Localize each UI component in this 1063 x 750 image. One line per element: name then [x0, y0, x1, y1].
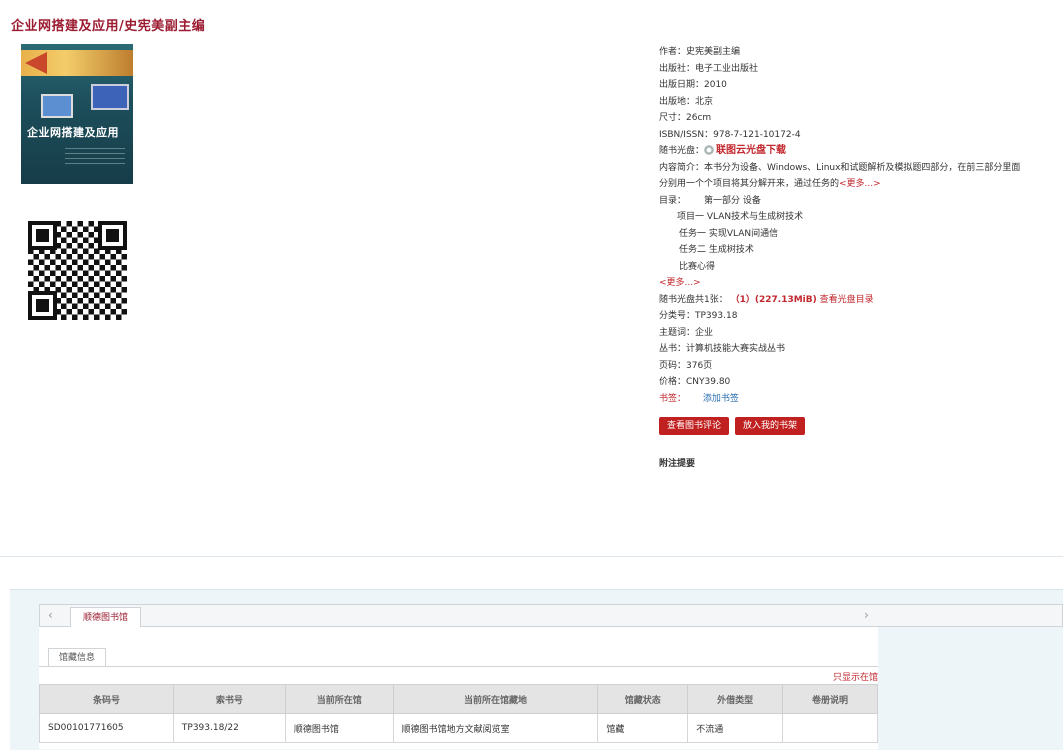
qr-finder-top-right — [98, 221, 127, 250]
book-info-panel: 作者：史宪美副主编 出版社：电子工业出版社 出版日期：2010 出版地：北京 尺… — [659, 44, 1059, 407]
info-subject: 主题词：企业 — [659, 327, 714, 338]
toc-item: 比赛心得 — [679, 261, 716, 272]
info-series: 丛书：计算机技能大赛实战丛书 — [659, 344, 786, 354]
info-publisher: 出版社：电子工业出版社 — [659, 63, 759, 74]
cover-title: 企业网搭建及应用 — [27, 126, 119, 139]
info-cd-row: 随书光盘： 联图云光盘下载 — [659, 143, 1059, 160]
info-price: 价格：CNY39.80 — [659, 377, 731, 387]
view-reviews-button[interactable]: 查看图书评论 — [659, 417, 730, 435]
info-summary-row2: 分别用一个个项目将其分解开来，通过任务的<更多...> — [659, 176, 1059, 193]
cell-status: 馆藏 — [597, 713, 689, 743]
holdings-header-row: 条码号 索书号 当前所在馆 当前所在馆藏地 馆藏状态 外借类型 卷册说明 — [39, 684, 878, 714]
toc-label: 目录： — [659, 195, 687, 206]
cell-volume-note — [782, 713, 878, 743]
info-toc-row: 目录： 第一部分 设备 — [659, 193, 1059, 210]
cd-view-link[interactable]: 查看光盘目录 — [820, 295, 874, 305]
toc-item: 项目一 VLAN技术与生成树技术 — [677, 212, 804, 222]
info-cd-count-row: 随书光盘共1张： （1）(227.13MiB) 查看光盘目录 — [659, 292, 1059, 309]
tab-next-icon[interactable]: › — [864, 608, 869, 622]
cell-loan-type: 不流通 — [687, 713, 784, 743]
col-header: 卷册说明 — [782, 684, 878, 714]
col-header: 当前所在馆 — [284, 684, 394, 714]
cd-count-label: 随书光盘共1张： — [659, 294, 728, 305]
section-divider — [0, 556, 1063, 557]
info-author: 作者：史宪美副主编 — [659, 47, 741, 57]
cd-disc-icon — [704, 145, 715, 155]
info-class-no: 分类号：TP393.18 — [659, 311, 738, 321]
qr-finder-bottom-left — [28, 291, 57, 320]
cover-pc-graphic — [41, 94, 73, 118]
toc-first: 第一部分 设备 — [704, 195, 761, 206]
action-buttons: 查看图书评论 放入我的书架 — [659, 413, 811, 435]
toc-item: 任务一 实现VLAN间通信 — [679, 228, 779, 239]
cover-laptop-graphic — [91, 84, 129, 110]
tab-prev-icon[interactable]: ‹ — [48, 608, 53, 622]
add-bookmark-link[interactable]: 添加书签 — [703, 394, 739, 404]
info-tag-row: 书签： 添加书签 — [659, 391, 1059, 408]
info-summary-line1: 内容简介：本书分为设备、Windows、Linux和试题解析及模拟题四部分，在前… — [659, 162, 1021, 173]
book-title: 企业网搭建及应用/史宪美副主编 — [11, 19, 206, 34]
library-tab-bar: ‹ 顺德图书馆 › — [39, 604, 1063, 628]
subtab-underline — [39, 666, 878, 667]
qr-code-image — [28, 221, 127, 320]
col-header: 当前所在馆藏地 — [392, 684, 599, 714]
info-pages: 页码：376页 — [659, 360, 713, 371]
col-header: 馆藏状态 — [597, 684, 689, 714]
info-cd-label: 随书光盘： — [659, 146, 705, 156]
summary-more-link[interactable]: <更多...> — [839, 179, 881, 189]
info-pub-place: 出版地：北京 — [659, 96, 714, 107]
cover-arrow — [25, 52, 47, 74]
holdings-panel: 馆藏信息 只显示在馆 条码号 索书号 当前所在馆 当前所在馆藏地 馆藏状态 外借… — [39, 627, 878, 749]
holdings-table: 条码号 索书号 当前所在馆 当前所在馆藏地 馆藏状态 外借类型 卷册说明 SD0… — [39, 684, 878, 743]
info-summary-line2: 分别用一个个项目将其分解开来，通过任务的 — [659, 179, 840, 189]
toc-item: 任务二 生成树技术 — [679, 245, 754, 255]
toc-more-link[interactable]: <更多...> — [659, 275, 1059, 292]
info-size: 尺寸：26cm — [659, 113, 712, 123]
cd-download-link[interactable]: 联图云光盘下载 — [716, 145, 786, 156]
show-in-library-link[interactable]: 只显示在馆 — [833, 670, 878, 683]
tag-label: 书签： — [659, 393, 687, 404]
book-cover-image: 企业网搭建及应用 — [21, 44, 133, 184]
info-isbn: ISBN/ISSN：978-7-121-10172-4 — [659, 129, 801, 140]
tab-library[interactable]: 顺德图书馆 — [70, 607, 142, 628]
tab-holdings-info[interactable]: 馆藏信息 — [48, 648, 107, 667]
cell-location: 顺德图书馆地方文献阅览室 — [392, 713, 599, 743]
table-row: SD00101771605 TP393.18/22 顺德图书馆 顺德图书馆地方文… — [39, 713, 878, 743]
info-pub-date: 出版日期：2010 — [659, 80, 727, 90]
cell-library: 顺德图书馆 — [284, 713, 394, 743]
cover-text-lines — [65, 148, 125, 168]
qr-finder-top-left — [28, 221, 57, 250]
cell-barcode: SD00101771605 — [39, 713, 174, 743]
col-header: 外借类型 — [687, 684, 784, 714]
col-header: 条码号 — [39, 684, 174, 714]
cell-call-number: TP393.18/22 — [172, 713, 286, 743]
add-to-shelf-button[interactable]: 放入我的书架 — [735, 417, 806, 435]
col-header: 索书号 — [172, 684, 286, 714]
note-heading: 附注提要 — [659, 459, 696, 469]
cd-count-value: （1）(227.13MiB) — [730, 294, 817, 305]
